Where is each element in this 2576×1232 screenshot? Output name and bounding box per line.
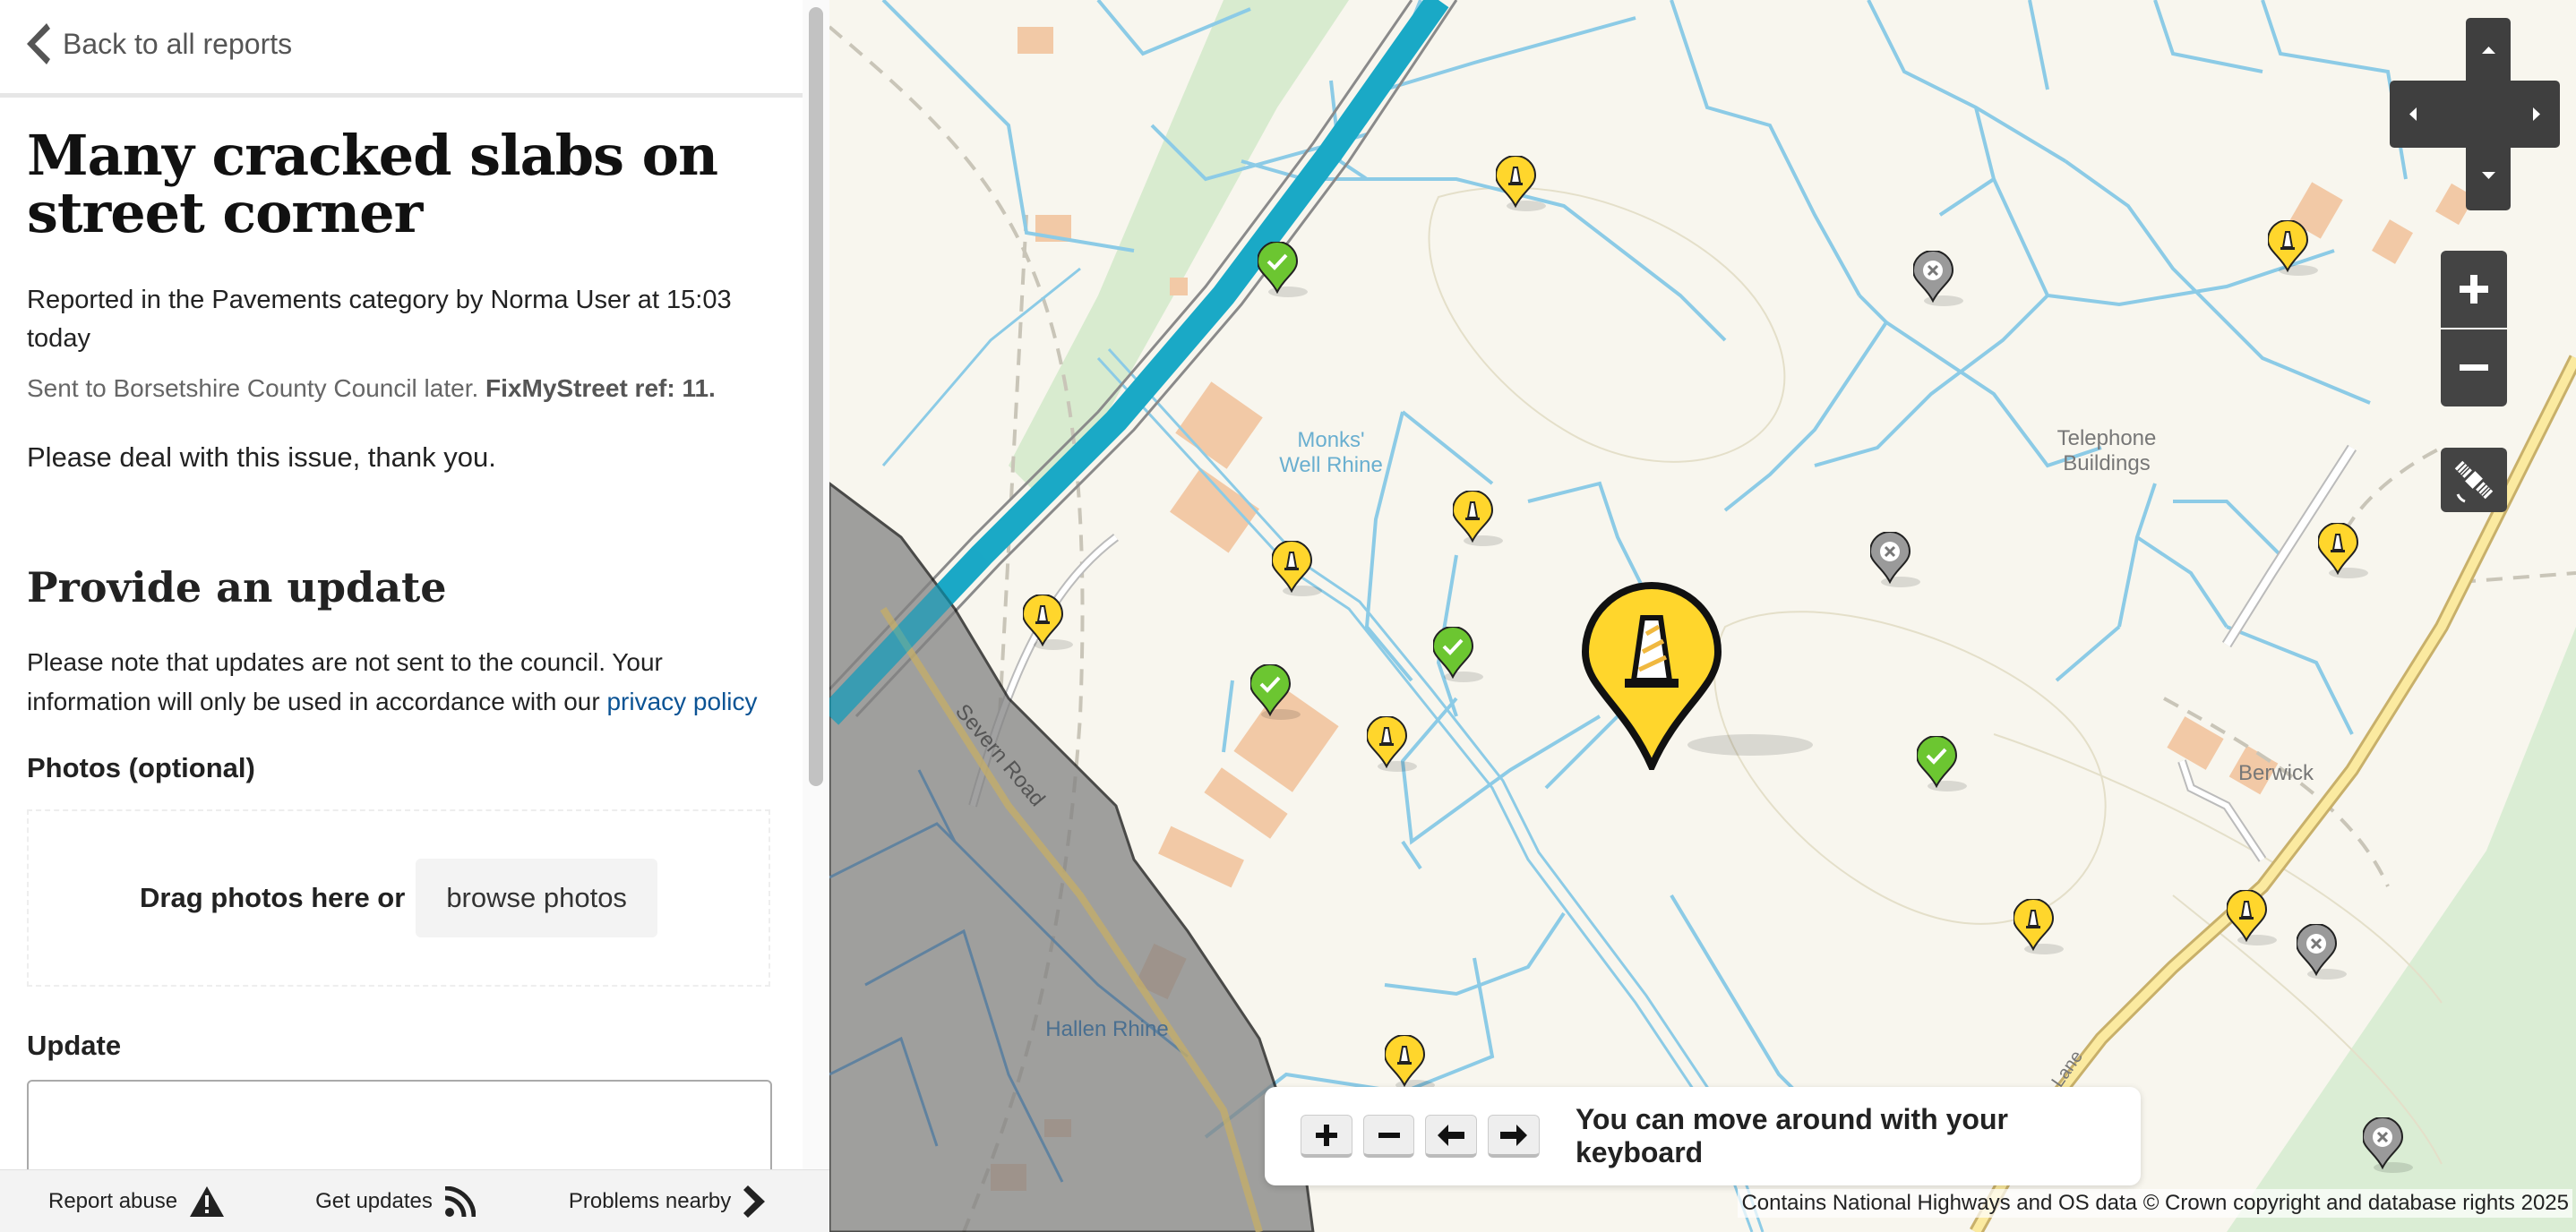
satellite-icon [2454,460,2494,503]
closed-report-pin[interactable] [2297,924,2350,987]
report-sidebar: Back to all reports Many cracked slabs o… [0,0,830,1232]
fixed-report-pin[interactable] [1258,242,1311,304]
drag-photos-text: Drag photos here or [140,882,406,913]
open-report-pin[interactable] [1272,541,1326,603]
open-report-pin[interactable] [1367,716,1421,779]
report-abuse-link[interactable]: Report abuse [48,1186,225,1217]
closed-report-pin[interactable] [1870,532,1924,595]
chevron-right-icon [743,1185,766,1218]
back-bar: Back to all reports [0,0,803,98]
sent-text: Sent to Borsetshire County Council later… [27,374,479,402]
update-heading: Provide an update [27,563,447,612]
report-abuse-label: Report abuse [48,1189,178,1213]
map-label-telephone-buildings: Telephone Buildings [2057,426,2157,475]
arrow-left-icon [1438,1124,1465,1146]
back-link-label: Back to all reports [63,27,293,60]
map-label-monks-well-rhine: Monks' Well Rhine [1279,428,1383,477]
warning-icon [190,1186,225,1217]
key-zoom-in[interactable] [1301,1115,1352,1158]
key-arrow-left[interactable] [1425,1115,1478,1158]
update-label: Update [27,1030,122,1061]
minus-icon [1378,1132,1400,1138]
key-zoom-out[interactable] [1362,1115,1415,1158]
open-report-pin[interactable] [1453,491,1507,553]
get-updates-label: Get updates [315,1189,433,1213]
zoom-in-button[interactable] [2441,251,2507,328]
current-report-pin[interactable] [1580,582,1849,770]
report-detail: Please deal with this issue, thank you. [27,441,496,473]
problems-nearby-label: Problems nearby [568,1189,732,1213]
open-report-pin[interactable] [2014,899,2067,962]
sidebar-scrollbar-thumb[interactable] [809,7,823,786]
plus-icon [1315,1124,1337,1146]
plus-icon [2460,275,2488,304]
zoom-out-button[interactable] [2441,329,2507,406]
open-report-pin[interactable] [2318,523,2372,586]
back-to-reports-link[interactable]: Back to all reports [27,23,292,64]
fixed-report-pin[interactable] [1250,664,1304,727]
closed-report-pin[interactable] [1913,251,1967,313]
privacy-policy-link[interactable]: privacy policy [606,688,757,715]
report-content: Many cracked slabs on street corner Repo… [27,98,772,1183]
open-report-pin[interactable] [1023,595,1077,657]
report-ref: FixMyStreet ref: 11. [485,374,716,402]
privacy-note-text: Please note that updates are not sent to… [27,648,663,715]
open-report-pin[interactable] [2268,220,2322,283]
privacy-note: Please note that updates are not sent to… [27,643,772,722]
keyboard-hint-panel: You can move around with your keyboard [1265,1087,2141,1185]
photo-dropzone[interactable]: Drag photos here or browse photos [27,809,770,987]
open-report-pin[interactable] [2227,890,2280,953]
arrow-right-icon [1500,1124,1528,1146]
problems-nearby-link[interactable]: Problems nearby [568,1185,766,1218]
sent-info: Sent to Borsetshire County Council later… [27,371,772,406]
get-updates-link[interactable]: Get updates [315,1186,476,1217]
fixed-report-pin[interactable] [1433,627,1487,689]
chevron-left-icon [27,23,50,64]
map-attribution: Contains National Highways and OS data ©… [1738,1189,2572,1218]
pan-control[interactable] [2390,18,2560,210]
browse-photos-button[interactable]: browse photos [416,859,657,937]
minus-icon [2460,364,2488,371]
key-arrow-right[interactable] [1488,1115,1540,1158]
photos-label: Photos (optional) [27,752,255,783]
update-textarea[interactable] [27,1080,772,1178]
map-layer-toggle[interactable] [2441,448,2507,512]
map[interactable]: Monks' Well Rhine Telephone Buildings Be… [829,0,2576,1232]
report-footer: Report abuse Get updates Problems nearby [0,1169,829,1232]
map-label-hallen-rhine: Hallen Rhine [1045,1017,1169,1041]
keyboard-hint-text: You can move around with your keyboard [1575,1103,2008,1168]
fixed-report-pin[interactable] [1917,736,1971,799]
map-label-berwick: Berwick [2237,761,2314,785]
open-report-pin[interactable] [1496,156,1550,218]
report-title: Many cracked slabs on street corner [27,123,718,245]
rss-icon [444,1186,476,1217]
report-meta: Reported in the Pavements category by No… [27,286,732,353]
closed-report-pin[interactable] [2363,1117,2417,1180]
